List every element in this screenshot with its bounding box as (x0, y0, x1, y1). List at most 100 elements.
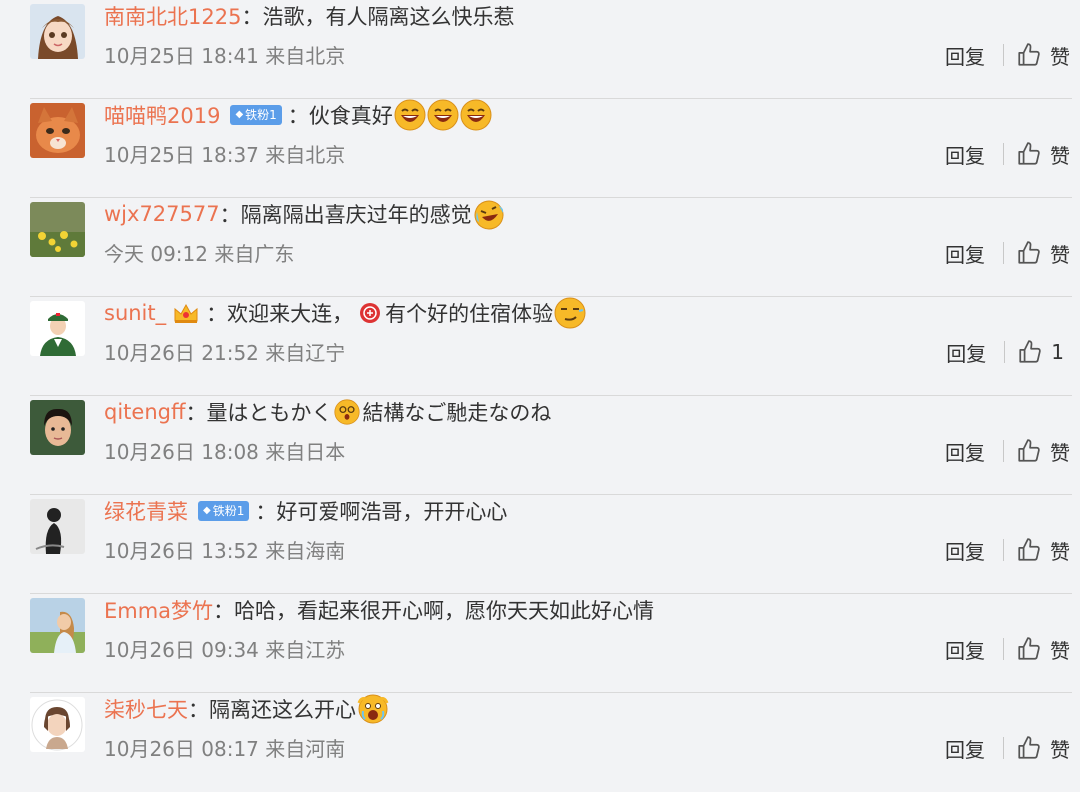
user-avatar[interactable] (30, 301, 85, 356)
diamond-icon: ◆ (203, 505, 211, 516)
user-avatar[interactable] (30, 202, 85, 257)
fan-badge[interactable]: ◆ 铁粉1 (230, 105, 282, 125)
thumbs-up-icon[interactable] (1016, 636, 1042, 662)
thumbs-up-icon[interactable] (1016, 735, 1042, 761)
comment-item: 柒秒七天 ： 隔离还这么开心 10月26日 08:17 来自河南 回复 赞 (0, 693, 1080, 792)
reply-button[interactable]: 回复 (945, 41, 985, 70)
comment-text: 哈哈，看起来很开心啊，愿你天天如此好心情 (234, 599, 655, 623)
thumbs-up-icon[interactable] (1016, 537, 1042, 563)
comment-text: 隔离还这么开心 (209, 698, 356, 722)
comment-text: 伙食真好 (308, 104, 393, 128)
comment-item: 南南北北1225 ： 浩歌，有人隔离这么快乐惹 10月25日 18:41 来自北… (0, 0, 1080, 99)
comment-meta: 今天 09:12 来自广东 (104, 242, 295, 266)
username[interactable]: 喵喵鸭2019 (104, 100, 220, 130)
comment-item: 喵喵鸭2019 ◆ 铁粉1 ： 伙食真好 10月25日 18:37 来自北京 回复… (0, 99, 1080, 198)
username[interactable]: qitengff (104, 400, 185, 424)
reply-button[interactable]: 回复 (945, 536, 985, 565)
cartoon-girl-avatar-icon (30, 4, 85, 59)
smirk-emoji-icon (554, 297, 586, 329)
like-button[interactable]: 赞 (1050, 536, 1070, 565)
like-button[interactable]: 赞 (1050, 140, 1070, 169)
divider (1003, 242, 1004, 264)
like-button[interactable]: 赞 (1050, 635, 1070, 664)
reply-button[interactable]: 回复 (945, 734, 985, 763)
fan-badge-label: 铁粉1 (212, 504, 245, 518)
colon: ： (206, 302, 228, 326)
comment-text: 浩歌，有人隔离这么快乐惹 (262, 5, 515, 29)
colon: ： (213, 599, 235, 623)
diamond-icon: ◆ (235, 109, 244, 120)
reply-button[interactable]: 回复 (945, 239, 985, 268)
comment-meta: 10月26日 18:08 来自日本 (104, 440, 346, 464)
silhouette-avatar-icon (30, 499, 85, 554)
thumbs-up-icon[interactable] (1016, 42, 1042, 68)
woman-avatar-icon (30, 598, 85, 653)
comment-meta: 10月26日 21:52 来自辽宁 (104, 341, 346, 365)
thumbs-up-icon[interactable] (1016, 438, 1042, 464)
comment-text-part-b: 結構なご馳走なのね (362, 401, 552, 425)
dizzy-emoji-icon (334, 399, 361, 425)
comment-item: sunit_ ： 欢迎来大连， 有个好的住宿体验 10月26日 21:52 来自… (0, 297, 1080, 396)
colon: ： (188, 698, 209, 722)
soldier-avatar-icon (30, 301, 85, 356)
comment-item: qitengff ： 量はともかく 結構なご馳走なのね 10月26日 18:08… (0, 396, 1080, 495)
user-avatar[interactable] (30, 400, 85, 455)
like-button[interactable]: 赞 (1050, 41, 1070, 70)
comment-text-part-a: 欢迎来大连， (227, 302, 354, 326)
user-avatar[interactable] (30, 598, 85, 653)
user-avatar[interactable] (30, 499, 85, 554)
thumbs-up-icon[interactable] (1017, 339, 1043, 365)
like-button[interactable]: 赞 (1050, 239, 1070, 268)
colon: ： (241, 5, 263, 29)
divider (1003, 44, 1004, 66)
comment-text: 好可爱啊浩哥，开开心心 (276, 500, 508, 524)
red-seal-icon (359, 302, 381, 324)
divider (1003, 737, 1004, 759)
user-avatar[interactable] (30, 4, 85, 59)
fan-badge[interactable]: ◆ 铁粉1 (198, 501, 250, 521)
comment-meta: 10月26日 09:34 来自江苏 (104, 638, 346, 662)
colon: ： (185, 401, 207, 425)
username[interactable]: sunit_ (104, 301, 166, 325)
screaming-emoji-icon (357, 693, 389, 725)
divider (1003, 440, 1004, 462)
man-avatar-icon (30, 400, 85, 455)
crying-laughing-emoji-icon (473, 198, 505, 230)
reply-button[interactable]: 回复 (945, 437, 985, 466)
divider (1003, 638, 1004, 660)
divider (1004, 341, 1006, 363)
thumbs-up-icon[interactable] (1016, 240, 1042, 266)
username[interactable]: 柒秒七天 (104, 694, 188, 724)
divider (1003, 143, 1004, 165)
round-face-avatar-icon (30, 697, 85, 752)
laughing-emoji-icon (394, 99, 426, 131)
reply-button[interactable]: 回复 (945, 140, 985, 169)
thumbs-up-icon[interactable] (1016, 141, 1042, 167)
comment-text-part-b: 有个好的住宿体验 (385, 302, 554, 326)
laughing-emoji-icon (460, 99, 492, 131)
crown-badge-icon[interactable] (172, 301, 200, 325)
like-button[interactable]: 赞 (1050, 437, 1070, 466)
colon: ： (287, 104, 309, 128)
colon: ： (219, 203, 241, 227)
comment-meta: 10月26日 13:52 来自海南 (104, 539, 346, 563)
user-avatar[interactable] (30, 103, 85, 158)
comment-text-part-a: 量はともかく (206, 401, 333, 425)
like-count[interactable]: 1 (1051, 340, 1064, 364)
reply-button[interactable]: 回复 (945, 635, 985, 664)
username[interactable]: 南南北北1225 (104, 1, 241, 31)
fan-badge-label: 铁粉1 (245, 108, 277, 122)
username[interactable]: Emma梦竹 (104, 595, 213, 625)
username[interactable]: 绿花青菜 (104, 496, 188, 526)
comment-meta: 10月25日 18:37 来自北京 (104, 143, 346, 167)
comment-list: 南南北北1225 ： 浩歌，有人隔离这么快乐惹 10月25日 18:41 来自北… (0, 0, 1080, 768)
username[interactable]: wjx727577 (104, 202, 220, 226)
cat-avatar-icon (30, 103, 85, 158)
like-button[interactable]: 赞 (1050, 734, 1070, 763)
user-avatar[interactable] (30, 697, 85, 752)
comment-item: wjx727577 ： 隔离隔出喜庆过年的感觉 今天 09:12 来自广东 回复… (0, 198, 1080, 297)
reply-button[interactable]: 回复 (946, 338, 986, 367)
comment-meta: 10月26日 08:17 来自河南 (104, 737, 346, 761)
flowers-avatar-icon (30, 202, 85, 257)
comment-item: Emma梦竹 ： 哈哈，看起来很开心啊，愿你天天如此好心情 10月26日 09:… (0, 594, 1080, 693)
